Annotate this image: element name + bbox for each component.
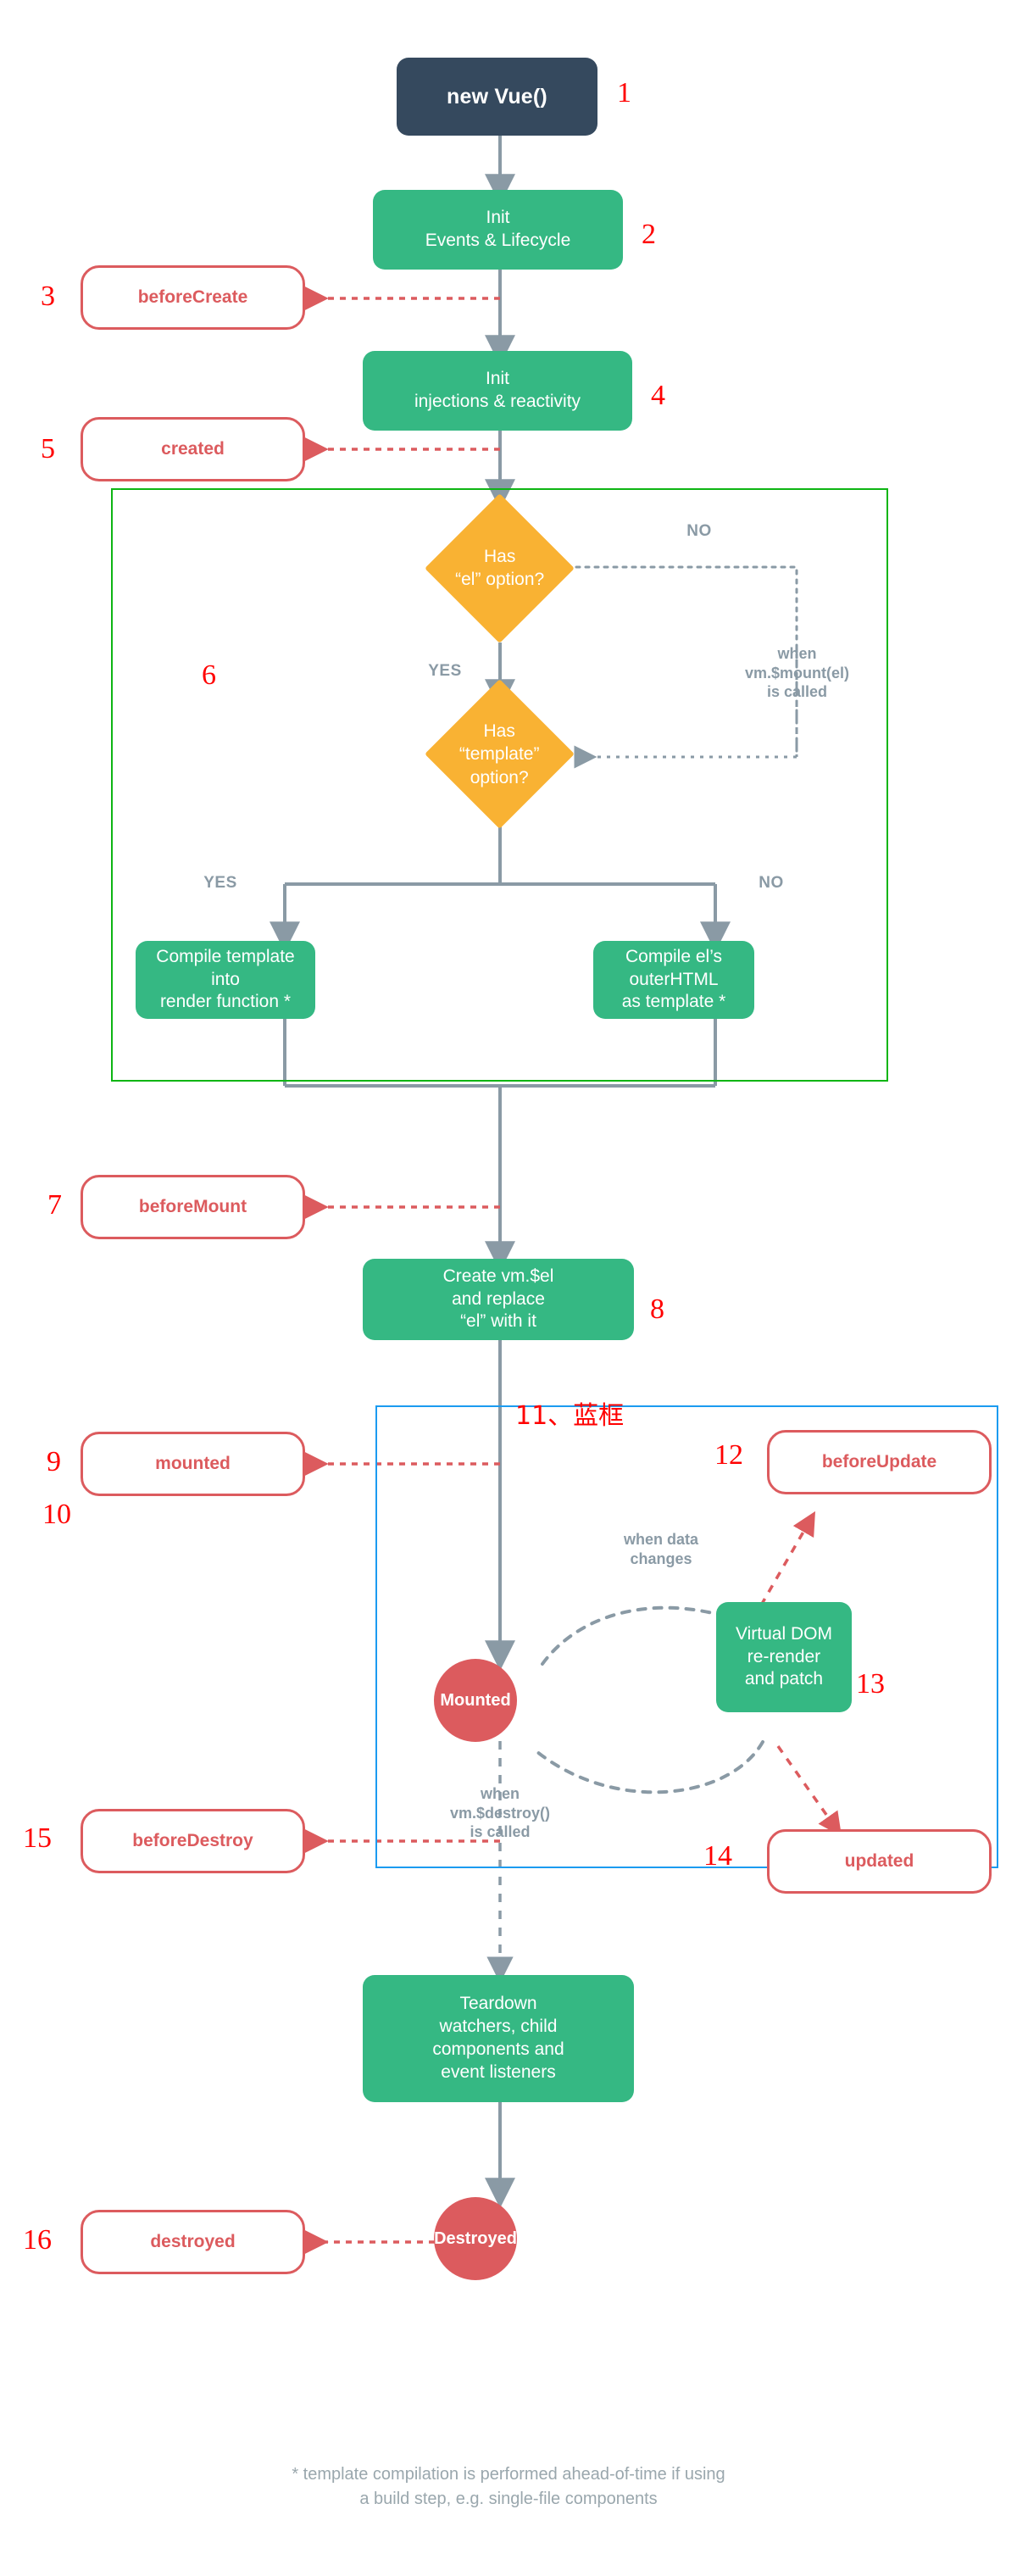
annotation-4: 4 xyxy=(651,380,665,411)
annotation-6: 6 xyxy=(202,659,216,691)
annotation-7: 7 xyxy=(47,1189,62,1221)
flow-label-when-data-changes: when data changes xyxy=(623,1531,698,1567)
node-compile-outerhtml-label: Compile el’s outerHTML as template * xyxy=(621,946,726,1012)
annotation-5: 5 xyxy=(41,433,55,465)
hook-updated-label: updated xyxy=(844,1851,914,1871)
hook-mounted-label: mounted xyxy=(155,1454,231,1473)
node-init-injections-reactivity-label: Init injections & reactivity xyxy=(414,369,581,411)
node-virtual-dom-rerender-patch[interactable]: Virtual DOM re-render and patch xyxy=(716,1602,852,1712)
annotation-14: 14 xyxy=(703,1840,732,1872)
node-new-vue-label: new Vue() xyxy=(447,84,547,108)
node-destroyed-state[interactable]: Destroyed xyxy=(434,2197,517,2280)
flow-label-no-el: NO xyxy=(686,522,712,540)
annotation-12: 12 xyxy=(714,1439,743,1471)
node-create-vm-el-label: Create vm.$el and replace “el” with it xyxy=(442,1266,554,1332)
node-compile-template-into-render-function[interactable]: Compile template into render function * xyxy=(136,941,315,1019)
annotation-11-blue-frame: 11、蓝框 xyxy=(515,1401,625,1431)
node-init-injections-reactivity[interactable]: Init injections & reactivity xyxy=(363,351,632,431)
hook-before-mount-label: beforeMount xyxy=(138,1197,247,1216)
annotation-1: 1 xyxy=(617,77,631,108)
node-init-events-lifecycle[interactable]: Init Events & Lifecycle xyxy=(373,190,623,270)
node-teardown[interactable]: Teardown watchers, child components and … xyxy=(363,1975,634,2102)
hook-updated[interactable]: updated xyxy=(767,1829,992,1894)
node-new-vue[interactable]: new Vue() xyxy=(397,58,597,136)
hook-mounted[interactable]: mounted xyxy=(81,1432,305,1496)
annotation-10: 10 xyxy=(42,1499,71,1530)
lifecycle-diagram: new Vue() Init Events & Lifecycle Init i… xyxy=(0,0,1017,2576)
flow-label-yes-el: YES xyxy=(428,662,462,680)
hook-destroyed[interactable]: destroyed xyxy=(81,2210,305,2274)
annotation-3: 3 xyxy=(41,281,55,312)
hook-before-destroy-label: beforeDestroy xyxy=(132,1831,253,1850)
hook-before-destroy[interactable]: beforeDestroy xyxy=(81,1809,305,1873)
node-init-events-lifecycle-label: Init Events & Lifecycle xyxy=(425,208,571,250)
annotation-2: 2 xyxy=(642,219,656,250)
node-destroyed-state-label: Destroyed xyxy=(434,2228,517,2248)
flow-label-yes-template: YES xyxy=(203,874,237,892)
footnote-template-compilation: * template compilation is performed ahea… xyxy=(292,2465,725,2508)
node-has-el-option-label: Has “el” option? xyxy=(454,547,545,590)
annotation-13: 13 xyxy=(856,1668,885,1700)
annotation-16: 16 xyxy=(23,2224,52,2256)
node-has-template-option-label: Has “template” option? xyxy=(459,721,540,787)
hook-before-update-label: beforeUpdate xyxy=(821,1452,937,1472)
annotation-15: 15 xyxy=(23,1822,52,1854)
hook-created[interactable]: created xyxy=(81,417,305,481)
annotation-9: 9 xyxy=(47,1446,61,1477)
hook-before-update[interactable]: beforeUpdate xyxy=(767,1430,992,1494)
hook-before-mount[interactable]: beforeMount xyxy=(81,1175,305,1239)
hook-before-create-label: beforeCreate xyxy=(137,287,248,307)
node-mounted-state-label: Mounted xyxy=(440,1690,511,1710)
hook-destroyed-label: destroyed xyxy=(150,2232,236,2251)
flow-label-when-destroy-called: when vm.$destroy() is called xyxy=(449,1785,551,1840)
hook-created-label: created xyxy=(161,439,225,459)
flow-label-when-mount-called: when vm.$mount(el) is called xyxy=(744,645,849,700)
node-create-vm-el[interactable]: Create vm.$el and replace “el” with it xyxy=(363,1259,634,1340)
annotation-8: 8 xyxy=(650,1294,664,1325)
node-compile-el-outerhtml-as-template[interactable]: Compile el’s outerHTML as template * xyxy=(593,941,754,1019)
node-virtual-dom-label: Virtual DOM re-render and patch xyxy=(736,1623,832,1689)
hook-before-create[interactable]: beforeCreate xyxy=(81,265,305,330)
node-compile-template-label: Compile template into render function * xyxy=(156,946,295,1012)
node-mounted-state[interactable]: Mounted xyxy=(434,1659,517,1742)
flow-label-no-template: NO xyxy=(759,874,784,892)
node-teardown-label: Teardown watchers, child components and … xyxy=(432,1994,564,2082)
